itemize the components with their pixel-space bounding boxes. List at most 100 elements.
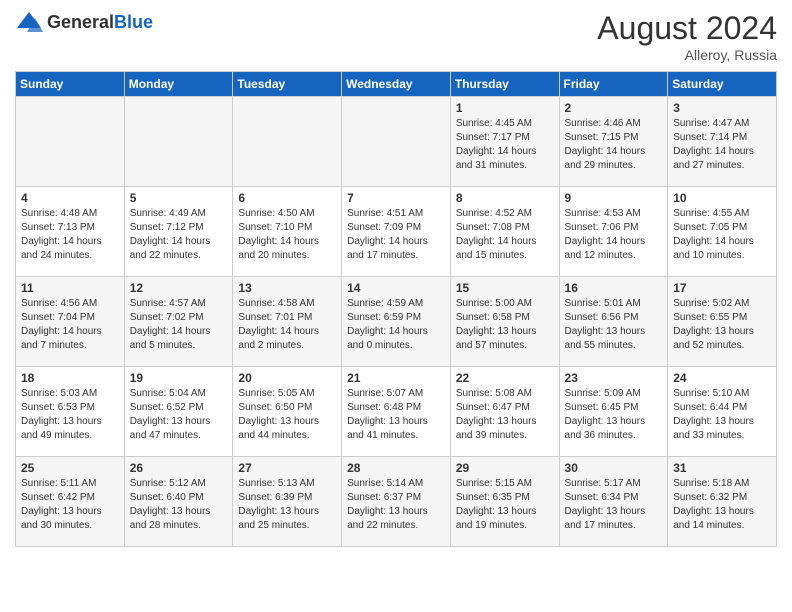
- day-info: Sunrise: 5:11 AM Sunset: 6:42 PM Dayligh…: [21, 477, 119, 533]
- day-number: 29: [456, 461, 554, 475]
- day-number: 24: [673, 371, 771, 385]
- calendar-cell: 19Sunrise: 5:04 AM Sunset: 6:52 PM Dayli…: [124, 367, 233, 457]
- day-number: 7: [347, 191, 445, 205]
- calendar-cell: 25 Sunrise: 5:11 AM Sunset: 6:42 PM Dayli…: [16, 457, 125, 547]
- day-info: Sunrise: 4:50 AM Sunset: 7:10 PM Dayligh…: [238, 207, 336, 263]
- calendar-cell: 14 Sunrise: 4:59 AM Sunset: 6:59 PM Dayli…: [342, 277, 451, 367]
- day-info: Sunrise: 5:02 AM Sunset: 6:55 PM Dayligh…: [673, 297, 771, 353]
- calendar-cell: 11 Sunrise: 4:56 AM Sunset: 7:04 PM Dayli…: [16, 277, 125, 367]
- calendar-cell: 10 Sunrise: 4:55 AM Sunset: 7:05 PM Dayli…: [668, 187, 777, 277]
- calendar-cell: [233, 97, 342, 187]
- day-info: Sunrise: 5:18 AM Sunset: 6:32 PM Dayligh…: [673, 477, 771, 533]
- header: GeneralBlue August 2024 Alleroy, Russia: [15, 10, 777, 63]
- day-number: 13: [238, 281, 336, 295]
- calendar-cell: 21Sunrise: 5:07 AM Sunset: 6:48 PM Dayli…: [342, 367, 451, 457]
- calendar-cell: 26Sunrise: 5:12 AM Sunset: 6:40 PM Dayli…: [124, 457, 233, 547]
- day-number: 14: [347, 281, 445, 295]
- day-number: 15: [456, 281, 554, 295]
- col-header-monday: Monday: [124, 72, 233, 97]
- calendar-cell: 9 Sunrise: 4:53 AM Sunset: 7:06 PM Daylig…: [559, 187, 668, 277]
- calendar-cell: 28Sunrise: 5:14 AM Sunset: 6:37 PM Dayli…: [342, 457, 451, 547]
- day-info: Sunrise: 4:55 AM Sunset: 7:05 PM Dayligh…: [673, 207, 771, 263]
- calendar-week-5: 25 Sunrise: 5:11 AM Sunset: 6:42 PM Dayli…: [16, 457, 777, 547]
- day-number: 1: [456, 101, 554, 115]
- calendar-cell: [342, 97, 451, 187]
- day-info: Sunrise: 4:45 AM Sunset: 7:17 PM Dayligh…: [456, 117, 554, 173]
- day-info: Sunrise: 5:05 AM Sunset: 6:50 PM Dayligh…: [238, 387, 336, 443]
- calendar-cell: [16, 97, 125, 187]
- calendar-cell: 23 Sunrise: 5:09 AM Sunset: 6:45 PM Dayli…: [559, 367, 668, 457]
- calendar-cell: 18Sunrise: 5:03 AM Sunset: 6:53 PM Dayli…: [16, 367, 125, 457]
- day-info: Sunrise: 5:01 AM Sunset: 6:56 PM Dayligh…: [565, 297, 663, 353]
- calendar-cell: 15 Sunrise: 5:00 AM Sunset: 6:58 PM Dayli…: [450, 277, 559, 367]
- day-number: 2: [565, 101, 663, 115]
- day-info: Sunrise: 4:46 AM Sunset: 7:15 PM Dayligh…: [565, 117, 663, 173]
- day-number: 3: [673, 101, 771, 115]
- calendar-cell: 13 Sunrise: 4:58 AM Sunset: 7:01 PM Dayli…: [233, 277, 342, 367]
- day-number: 31: [673, 461, 771, 475]
- col-header-thursday: Thursday: [450, 72, 559, 97]
- day-info: Sunrise: 5:17 AM Sunset: 6:34 PM Dayligh…: [565, 477, 663, 533]
- calendar-cell: [124, 97, 233, 187]
- day-number: 6: [238, 191, 336, 205]
- calendar-cell: 7 Sunrise: 4:51 AM Sunset: 7:09 PM Daylig…: [342, 187, 451, 277]
- calendar-week-1: 1 Sunrise: 4:45 AM Sunset: 7:17 PM Daylig…: [16, 97, 777, 187]
- calendar-cell: 8 Sunrise: 4:52 AM Sunset: 7:08 PM Daylig…: [450, 187, 559, 277]
- calendar-cell: 16 Sunrise: 5:01 AM Sunset: 6:56 PM Dayli…: [559, 277, 668, 367]
- day-info: Sunrise: 4:51 AM Sunset: 7:09 PM Dayligh…: [347, 207, 445, 263]
- header-row: SundayMondayTuesdayWednesdayThursdayFrid…: [16, 72, 777, 97]
- day-number: 17: [673, 281, 771, 295]
- day-info: Sunrise: 4:59 AM Sunset: 6:59 PM Dayligh…: [347, 297, 445, 353]
- day-info: Sunrise: 5:07 AM Sunset: 6:48 PM Dayligh…: [347, 387, 445, 443]
- calendar-cell: 6 Sunrise: 4:50 AM Sunset: 7:10 PM Daylig…: [233, 187, 342, 277]
- calendar-cell: 5Sunrise: 4:49 AM Sunset: 7:12 PM Daylig…: [124, 187, 233, 277]
- day-number: 20: [238, 371, 336, 385]
- title-area: August 2024 Alleroy, Russia: [597, 10, 777, 63]
- day-number: 27: [238, 461, 336, 475]
- day-info: Sunrise: 5:00 AM Sunset: 6:58 PM Dayligh…: [456, 297, 554, 353]
- calendar-cell: 22Sunrise: 5:08 AM Sunset: 6:47 PM Dayli…: [450, 367, 559, 457]
- day-number: 26: [130, 461, 228, 475]
- day-info: Sunrise: 4:58 AM Sunset: 7:01 PM Dayligh…: [238, 297, 336, 353]
- day-number: 23: [565, 371, 663, 385]
- day-number: 8: [456, 191, 554, 205]
- day-number: 18: [21, 371, 119, 385]
- logo-text: GeneralBlue: [47, 12, 153, 33]
- calendar-table: SundayMondayTuesdayWednesdayThursdayFrid…: [15, 71, 777, 547]
- day-info: Sunrise: 5:09 AM Sunset: 6:45 PM Dayligh…: [565, 387, 663, 443]
- logo: GeneralBlue: [15, 10, 153, 34]
- calendar-cell: 1 Sunrise: 4:45 AM Sunset: 7:17 PM Daylig…: [450, 97, 559, 187]
- col-header-wednesday: Wednesday: [342, 72, 451, 97]
- col-header-saturday: Saturday: [668, 72, 777, 97]
- logo-icon: [15, 10, 43, 34]
- day-info: Sunrise: 5:15 AM Sunset: 6:35 PM Dayligh…: [456, 477, 554, 533]
- day-info: Sunrise: 4:52 AM Sunset: 7:08 PM Dayligh…: [456, 207, 554, 263]
- calendar-cell: 30Sunrise: 5:17 AM Sunset: 6:34 PM Dayli…: [559, 457, 668, 547]
- day-info: Sunrise: 4:47 AM Sunset: 7:14 PM Dayligh…: [673, 117, 771, 173]
- day-info: Sunrise: 4:56 AM Sunset: 7:04 PM Dayligh…: [21, 297, 119, 353]
- calendar-week-4: 18Sunrise: 5:03 AM Sunset: 6:53 PM Dayli…: [16, 367, 777, 457]
- day-number: 16: [565, 281, 663, 295]
- calendar-cell: 20 Sunrise: 5:05 AM Sunset: 6:50 PM Dayli…: [233, 367, 342, 457]
- day-info: Sunrise: 5:08 AM Sunset: 6:47 PM Dayligh…: [456, 387, 554, 443]
- calendar-cell: 29 Sunrise: 5:15 AM Sunset: 6:35 PM Dayli…: [450, 457, 559, 547]
- calendar-cell: 2 Sunrise: 4:46 AM Sunset: 7:15 PM Daylig…: [559, 97, 668, 187]
- calendar-cell: 24Sunrise: 5:10 AM Sunset: 6:44 PM Dayli…: [668, 367, 777, 457]
- day-number: 5: [130, 191, 228, 205]
- month-year: August 2024: [597, 10, 777, 47]
- calendar-cell: 17 Sunrise: 5:02 AM Sunset: 6:55 PM Dayli…: [668, 277, 777, 367]
- day-number: 11: [21, 281, 119, 295]
- day-number: 12: [130, 281, 228, 295]
- calendar-cell: 31 Sunrise: 5:18 AM Sunset: 6:32 PM Dayli…: [668, 457, 777, 547]
- col-header-tuesday: Tuesday: [233, 72, 342, 97]
- calendar-cell: 4Sunrise: 4:48 AM Sunset: 7:13 PM Daylig…: [16, 187, 125, 277]
- calendar-cell: 12Sunrise: 4:57 AM Sunset: 7:02 PM Dayli…: [124, 277, 233, 367]
- day-number: 9: [565, 191, 663, 205]
- day-info: Sunrise: 4:53 AM Sunset: 7:06 PM Dayligh…: [565, 207, 663, 263]
- day-number: 10: [673, 191, 771, 205]
- calendar-cell: 27Sunrise: 5:13 AM Sunset: 6:39 PM Dayli…: [233, 457, 342, 547]
- day-number: 25: [21, 461, 119, 475]
- calendar-cell: 3 Sunrise: 4:47 AM Sunset: 7:14 PM Daylig…: [668, 97, 777, 187]
- calendar-week-2: 4Sunrise: 4:48 AM Sunset: 7:13 PM Daylig…: [16, 187, 777, 277]
- day-info: Sunrise: 5:14 AM Sunset: 6:37 PM Dayligh…: [347, 477, 445, 533]
